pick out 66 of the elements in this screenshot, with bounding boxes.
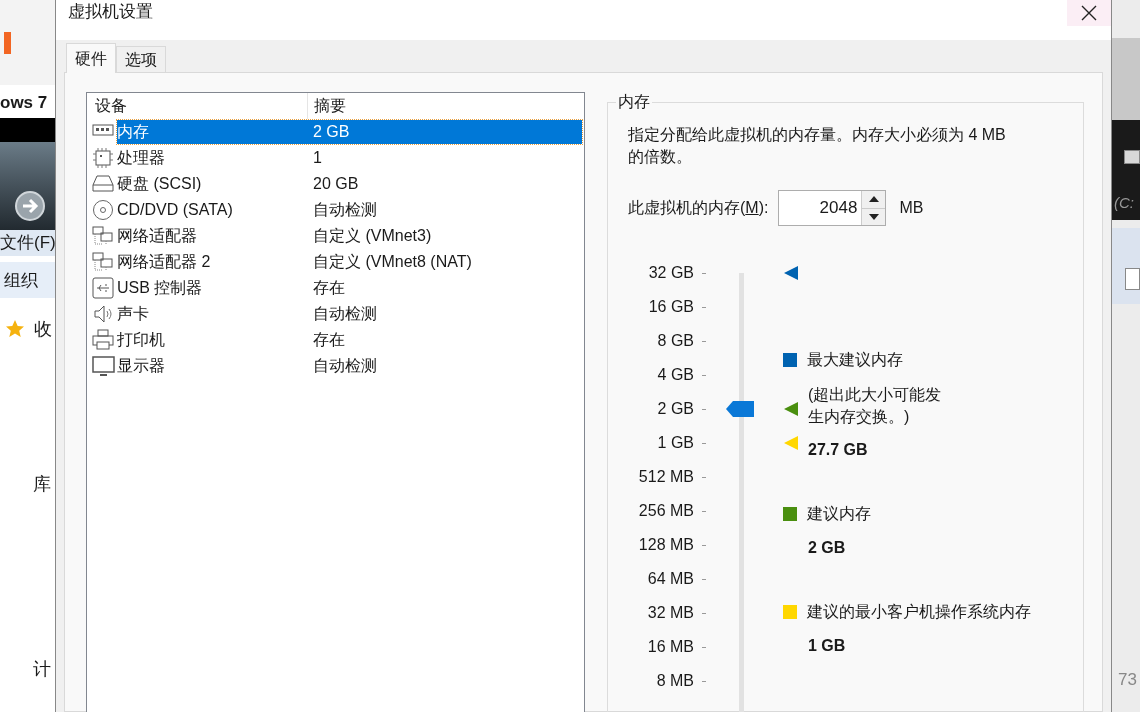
tick-label: 4 GB [656,365,694,385]
close-icon [1081,5,1097,21]
drive-icon [92,173,115,195]
background-text: 收 [34,318,52,340]
device-row[interactable]: 网络适配器 自定义 (VMnet3) [117,224,582,248]
background-text: 文件(F) [0,232,56,254]
window-button[interactable] [1124,150,1140,164]
legend-title: 最大建议内存 [807,350,903,370]
slider-thumb[interactable] [726,401,754,418]
increment-button[interactable] [862,191,886,209]
background-text: ows 7 [0,92,48,114]
forward-icon[interactable] [14,190,46,222]
legend-title: 建议的最小客户机操作系统内存 [807,602,1031,622]
monitor-icon [92,355,115,377]
tab[interactable]: 选项 [116,46,166,72]
printer-icon [92,329,115,351]
tick-label: 512 MB [637,467,694,487]
tab[interactable]: 硬件 [66,43,116,73]
window-title: 虚拟机设置 [68,1,153,23]
network-icon [92,225,115,247]
device-row[interactable]: USB 控制器 存在 [117,276,582,300]
tick-label: 32 GB [647,263,694,283]
device-row[interactable]: 网络适配器 2 自定义 (VMnet8 (NAT) [117,250,582,274]
star-icon [5,319,25,339]
device-row[interactable]: 内存 2 GB [117,120,582,144]
device-row[interactable]: 硬盘 (SCSI) 20 GB [117,172,582,196]
tick-label: 2 GB [656,399,694,419]
device-row[interactable]: 处理器 1 [117,146,582,170]
memory-slider[interactable] [726,265,800,712]
legend-value: 2 GB [808,538,847,558]
legend-title: 建议内存 [807,504,871,524]
speaker-icon [92,303,115,325]
chip-icon [92,147,115,169]
device-row[interactable]: 打印机 存在 [117,328,582,352]
up-arrow-icon [868,196,879,203]
device-row[interactable]: 声卡 自动检测 [117,302,582,326]
unit-label: MB [899,198,924,218]
tick-label: 8 GB [656,331,694,351]
network-icon [92,251,115,273]
legend-note: (超出此大小可能发生内存交换。) [808,385,943,427]
tick-label: 8 MB [655,671,694,691]
column-header[interactable]: 摘要 [308,94,346,118]
tick-label: 64 MB [646,569,694,589]
background-text: 73 [1118,669,1137,691]
legend-value: 1 GB [808,636,847,656]
device-row[interactable]: 显示器 自动检测 [117,354,582,378]
tick-label: 128 MB [637,535,694,555]
background-text: 计 [33,658,51,680]
usb-icon [92,277,115,299]
memory-spinbox[interactable]: 2048 [778,190,887,226]
tick-label: 1 GB [656,433,694,453]
close-button[interactable] [1067,0,1111,26]
disc-icon [92,199,115,221]
memory-label: 此虚拟机的内存(M): [628,198,769,218]
tick-label: 256 MB [637,501,694,521]
down-arrow-icon [868,213,879,220]
tick-label: 16 MB [646,637,694,657]
description-text: 指定分配给此虚拟机的内存量。内存大小必须为 4 MB 的倍数。 [628,125,1007,167]
tick-label: 32 MB [646,603,694,623]
background-text: (C: [1114,193,1134,213]
device-row[interactable]: CD/DVD (SATA) 自动检测 [117,198,582,222]
window-icon[interactable] [1125,268,1140,290]
background-text: 库 [33,473,51,495]
legend-value: 27.7 GB [808,440,869,460]
background-text: 组织 [4,270,38,292]
tick-label: 16 GB [647,297,694,317]
